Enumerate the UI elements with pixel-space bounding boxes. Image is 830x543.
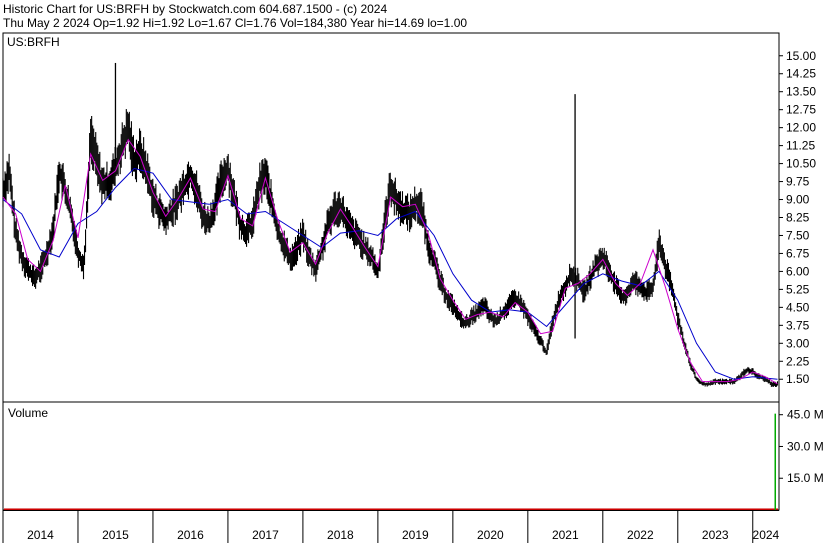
volume-tick-label: 15.0 M [787, 471, 824, 485]
volume-tick-label: 30.0 M [787, 439, 824, 453]
chart-background [0, 0, 830, 543]
year-label: 2021 [552, 528, 579, 542]
price-tick-label: 14.25 [786, 67, 816, 81]
price-tick-label: 9.75 [786, 175, 810, 189]
price-tick-label: 9.00 [786, 193, 810, 207]
volume-label: Volume [8, 406, 48, 420]
year-label: 2020 [477, 528, 504, 542]
header-quote: Thu May 2 2024 Op=1.92 Hi=1.92 Lo=1.67 C… [3, 16, 467, 30]
price-tick-label: 6.75 [786, 246, 810, 260]
year-label: 2018 [327, 528, 354, 542]
price-tick-label: 13.50 [786, 85, 816, 99]
year-label: 2016 [177, 528, 204, 542]
year-label: 2017 [252, 528, 279, 542]
price-tick-label: 1.50 [786, 372, 810, 386]
symbol-label: US:BRFH [7, 35, 60, 49]
stock-chart: Historic Chart for US:BRFH by Stockwatch… [0, 0, 830, 543]
price-tick-label: 12.00 [786, 121, 816, 135]
year-label: 2023 [702, 528, 729, 542]
price-tick-label: 2.25 [786, 354, 810, 368]
price-tick-label: 4.50 [786, 300, 810, 314]
price-tick-label: 8.25 [786, 211, 810, 225]
year-label: 2019 [402, 528, 429, 542]
volume-baseline-bars [4, 508, 778, 510]
year-label: 2022 [627, 528, 654, 542]
year-label: 2014 [27, 528, 54, 542]
price-tick-label: 5.25 [786, 282, 810, 296]
time-axis-line [3, 510, 779, 511]
price-tick-label: 15.00 [786, 49, 816, 63]
year-label: 2024 [753, 528, 780, 542]
year-label: 2015 [102, 528, 129, 542]
price-tick-label: 6.00 [786, 264, 810, 278]
price-tick-label: 11.25 [786, 139, 815, 153]
header-title: Historic Chart for US:BRFH by Stockwatch… [3, 2, 387, 16]
price-tick-label: 7.50 [786, 228, 810, 242]
price-tick-label: 12.75 [786, 103, 816, 117]
price-tick-label: 3.75 [786, 318, 810, 332]
volume-tick-label: 45.0 M [787, 408, 824, 422]
price-tick-label: 10.50 [786, 157, 816, 171]
price-tick-label: 3.00 [786, 336, 810, 350]
